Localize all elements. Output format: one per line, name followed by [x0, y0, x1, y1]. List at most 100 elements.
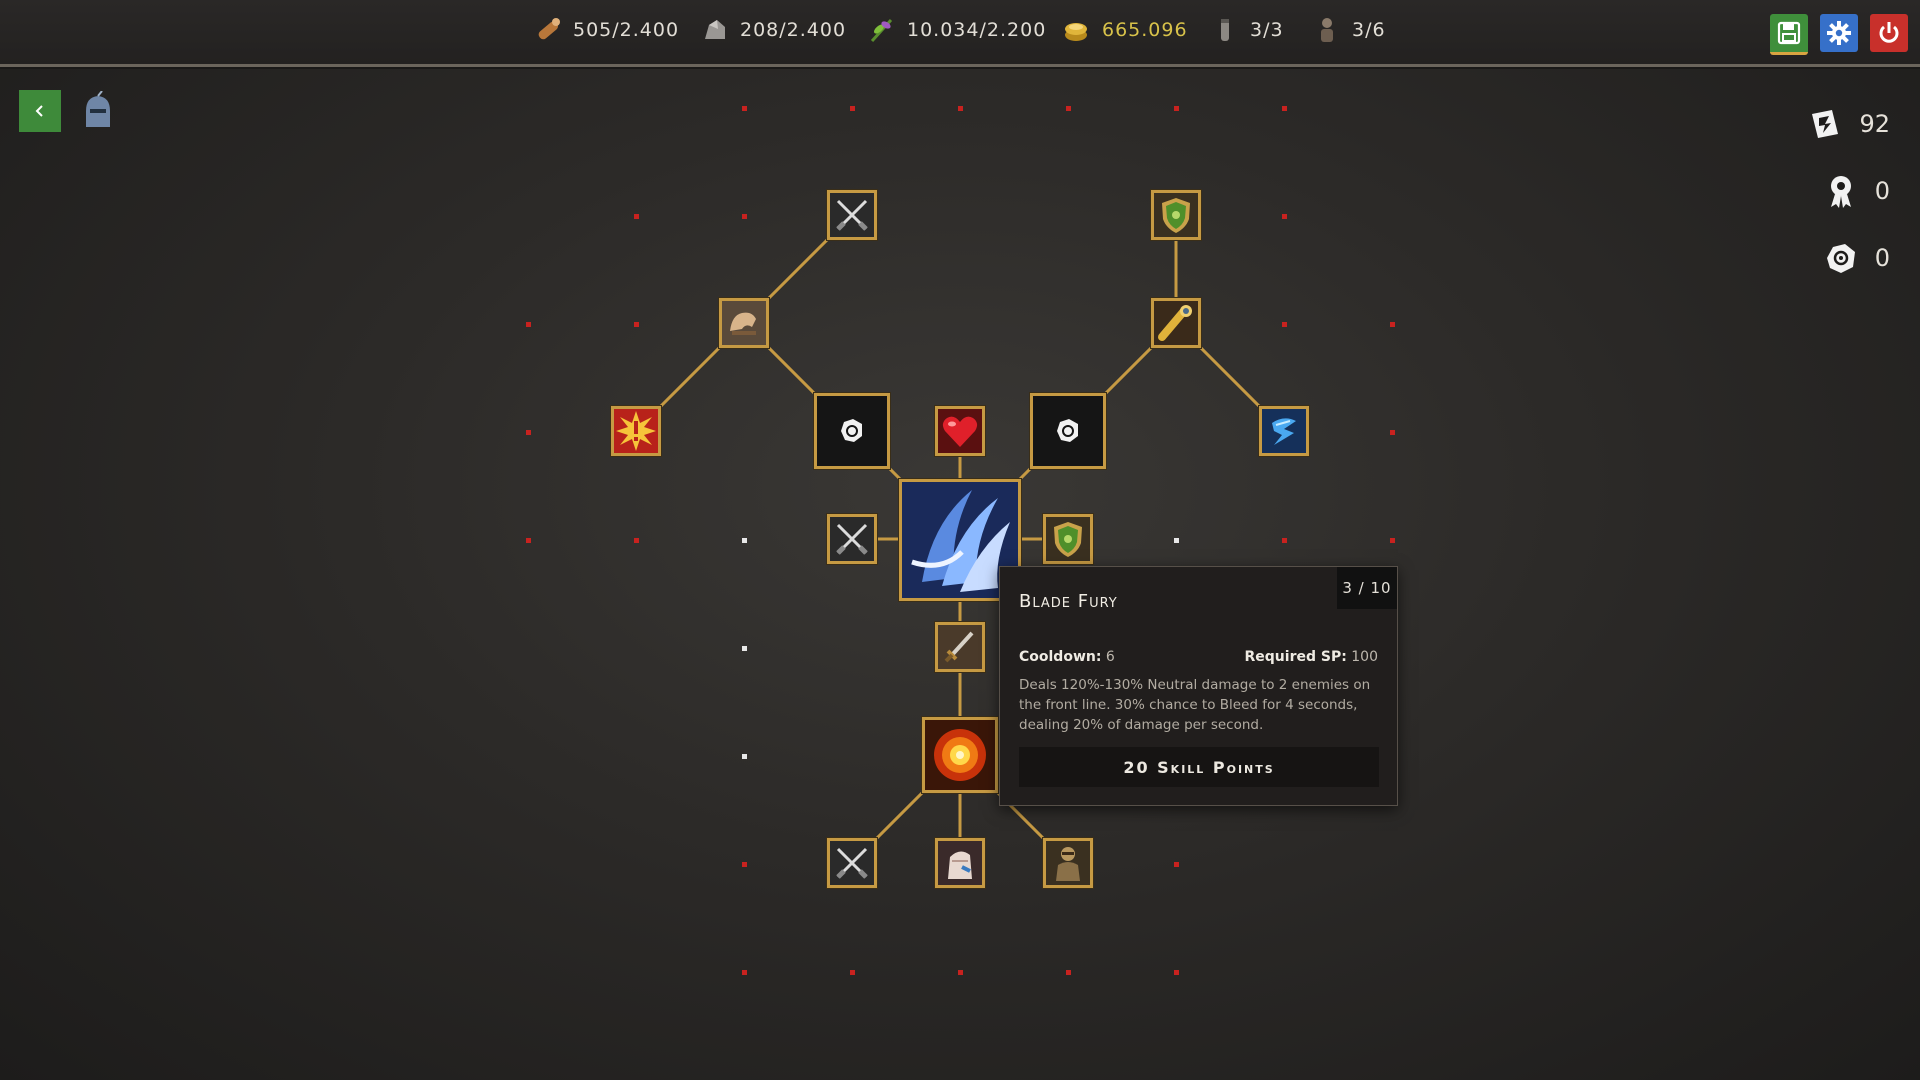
skill-node-shield-2[interactable]	[1043, 514, 1093, 564]
explosion-icon	[925, 720, 995, 790]
locked-slot	[958, 106, 963, 111]
gold-coins-icon	[1062, 15, 1092, 45]
skill-node-chaos-left[interactable]	[814, 393, 890, 469]
locked-slot	[1282, 106, 1287, 111]
skill-node-heart[interactable]	[935, 406, 985, 456]
spyglass-icon	[1154, 301, 1198, 345]
herb-value: 10.034/2.200	[907, 19, 1047, 41]
skill-node-strength[interactable]	[719, 298, 769, 348]
skill-node-explosion[interactable]	[922, 717, 998, 793]
chaos-symbol-icon	[817, 396, 887, 466]
gear-icon	[1827, 21, 1851, 45]
skill-node-lightning[interactable]	[1259, 406, 1309, 456]
armored-warrior-icon	[1046, 841, 1090, 885]
essence-value: 0	[1874, 244, 1890, 272]
open-slot	[742, 646, 747, 651]
elixir-value: 3/3	[1250, 19, 1284, 41]
locked-slot	[1066, 970, 1071, 975]
locked-slot	[1390, 538, 1395, 543]
locked-slot	[1174, 862, 1179, 867]
units-value: 3/6	[1352, 19, 1386, 41]
stone-value: 208/2.400	[740, 19, 847, 41]
locked-slot	[958, 970, 963, 975]
herb-resource: 10.034/2.200	[867, 14, 1046, 46]
locked-slot	[850, 106, 855, 111]
skill-node-alert-burst[interactable]	[611, 406, 661, 456]
open-slot	[742, 754, 747, 759]
crossed-swords-icon	[830, 193, 874, 237]
skill-rank: 3 / 10	[1337, 567, 1397, 609]
units-resource: 3/6	[1312, 14, 1386, 46]
skill-node-warrior[interactable]	[1043, 838, 1093, 888]
skill-node-spyglass[interactable]	[1151, 298, 1201, 348]
skill-description: Deals 120%-130% Neutral damage to 2 enem…	[1019, 677, 1371, 733]
locked-slot	[634, 214, 639, 219]
wood-log-icon	[533, 15, 563, 45]
gold-resource: 665.096	[1062, 14, 1188, 46]
chaos-essence-icon	[1823, 240, 1859, 276]
cooldown-info: Cooldown: 6	[1019, 649, 1115, 665]
chaos-symbol-icon	[1033, 396, 1103, 466]
locked-slot	[1282, 538, 1287, 543]
required-sp-info: Required SP: 100	[1245, 649, 1379, 665]
medal-ribbon-icon	[1823, 173, 1859, 209]
gold-value: 665.096	[1102, 19, 1188, 41]
locked-slot	[742, 862, 747, 867]
locked-slot	[526, 430, 531, 435]
skill-node-crossed-swords-3[interactable]	[827, 838, 877, 888]
wood-value: 505/2.400	[573, 19, 680, 41]
skill-node-crossed-swords-2[interactable]	[827, 514, 877, 564]
open-slot	[742, 538, 747, 543]
save-button[interactable]	[1770, 14, 1808, 55]
locked-slot	[634, 538, 639, 543]
skill-tooltip: 3 / 10 Blade Fury Cooldown: 6 Required S…	[999, 566, 1398, 806]
herb-icon	[867, 15, 897, 45]
open-slot	[1174, 538, 1179, 543]
locked-slot	[634, 322, 639, 327]
stone-resource: 208/2.400	[700, 14, 846, 46]
locked-slot	[1066, 106, 1071, 111]
crossed-swords-icon	[830, 841, 874, 885]
skill-node-sword[interactable]	[935, 622, 985, 672]
settings-button[interactable]	[1820, 14, 1858, 52]
resource-bar: 505/2.400 208/2.400 10.034/2.200 665.096…	[0, 0, 1920, 67]
elixir-resource: 3/3	[1210, 14, 1284, 46]
learn-skill-button[interactable]: 20 Skill Points	[1019, 747, 1379, 787]
skill-points-counter: 92	[1807, 106, 1890, 142]
skill-title: Blade Fury	[1019, 591, 1118, 612]
locked-slot	[526, 322, 531, 327]
alert-burst-icon	[614, 409, 658, 453]
required-sp-label: Required SP:	[1244, 649, 1347, 665]
vial-icon	[1210, 15, 1240, 45]
knight-helmet-icon[interactable]	[78, 90, 118, 131]
shield-icon	[1154, 193, 1198, 237]
locked-slot	[742, 214, 747, 219]
locked-slot	[1282, 214, 1287, 219]
cooldown-value: 6	[1105, 649, 1115, 665]
locked-slot	[742, 106, 747, 111]
locked-slot	[1390, 322, 1395, 327]
unit-figure-icon	[1312, 15, 1342, 45]
back-button[interactable]	[19, 90, 61, 132]
stone-icon	[700, 15, 730, 45]
skill-node-hand[interactable]	[935, 838, 985, 888]
strength-arm-icon	[722, 301, 766, 345]
chevron-left-icon	[35, 105, 43, 117]
lightning-icon	[1262, 409, 1306, 453]
skill-node-shield[interactable]	[1151, 190, 1201, 240]
essence-counter: 0	[1823, 240, 1890, 276]
heart-icon	[938, 409, 982, 453]
wood-resource: 505/2.400	[533, 14, 679, 46]
medals-counter: 0	[1823, 173, 1890, 209]
locked-slot	[1390, 430, 1395, 435]
required-sp-value: 100	[1351, 649, 1378, 665]
sword-icon	[938, 625, 982, 669]
locked-slot	[850, 970, 855, 975]
locked-slot	[1174, 106, 1179, 111]
skill-node-chaos-right[interactable]	[1030, 393, 1106, 469]
save-icon	[1777, 21, 1801, 45]
crossed-swords-icon	[830, 517, 874, 561]
skill-node-crossed-swords[interactable]	[827, 190, 877, 240]
power-button[interactable]	[1870, 14, 1908, 52]
power-icon	[1879, 22, 1899, 43]
